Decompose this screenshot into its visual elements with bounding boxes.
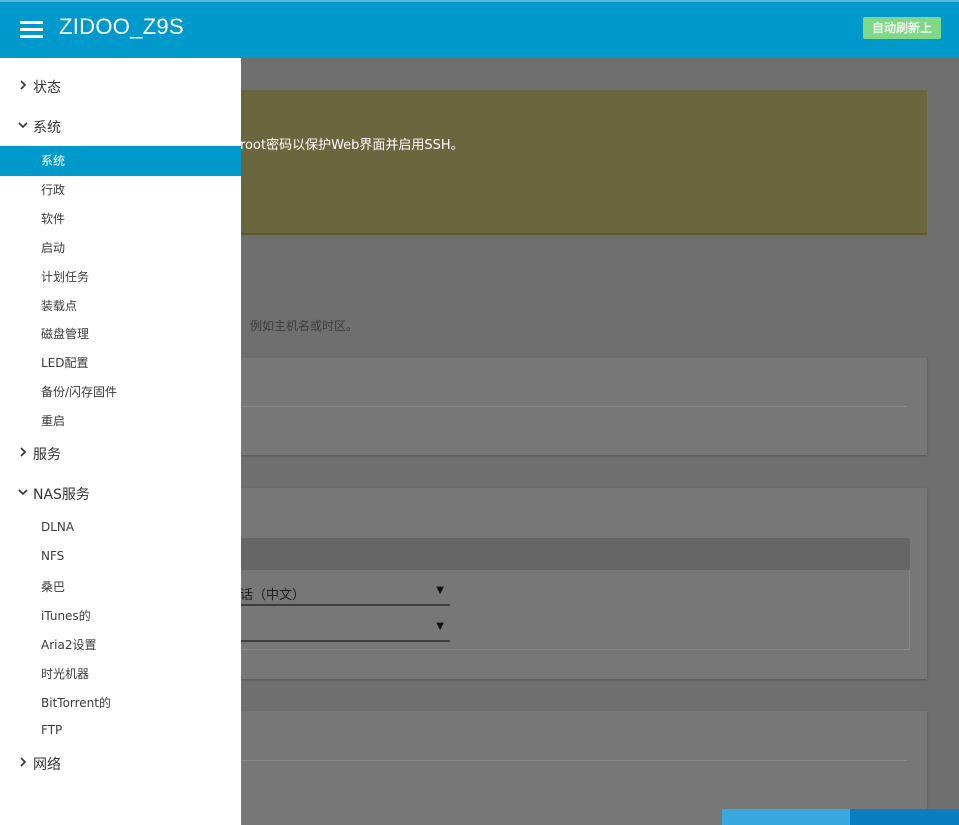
- sidebar-category-system[interactable]: 系统: [0, 108, 241, 144]
- watermark-right: [850, 809, 959, 825]
- sidebar-item-label: DLNA: [41, 520, 75, 534]
- sidebar-category-label: 状态: [33, 80, 61, 96]
- sidebar-category-network[interactable]: 网络: [0, 745, 241, 781]
- system-properties-card: [240, 358, 927, 455]
- sidebar-item-label: 桑巴: [41, 580, 66, 594]
- sidebar-item-backup-flash[interactable]: 备份/闪存固件: [0, 377, 241, 407]
- password-alert: root密码以保护Web界面并启用SSH。: [240, 90, 927, 235]
- chevron-down-icon: [17, 119, 29, 131]
- sidebar-item-label: 软件: [41, 211, 66, 226]
- sidebar-item-label: 计划任务: [41, 269, 90, 284]
- sidebar-item-label: iTunes的: [41, 609, 91, 623]
- section-description: 例如主机名或时区。: [250, 319, 359, 333]
- sidebar-item-samba[interactable]: 桑巴: [0, 572, 241, 602]
- sidebar-nav: 状态系统服务 NAS服务网络 系统行政软件启动计划任务装载点磁盘管理 LED配置备份/…: [0, 58, 241, 825]
- sidebar-item-disk-management[interactable]: 磁盘管理: [0, 319, 241, 349]
- dropdown-arrow-icon: ▼: [436, 621, 444, 632]
- sidebar-item-ftp[interactable]: FTP: [0, 717, 241, 747]
- language-select[interactable]: 话（中文） ▼: [240, 582, 450, 606]
- sidebar-item-label: 装载点: [41, 298, 78, 313]
- sidebar-item-label: 系统: [41, 154, 66, 168]
- chevron-right-icon: [17, 446, 29, 458]
- sidebar-item-itunes[interactable]: iTunes的: [0, 601, 241, 631]
- sidebar-item-label: 重启: [41, 414, 66, 429]
- sidebar-item-label: NFS: [41, 549, 65, 563]
- sidebar-item-scheduled-tasks[interactable]: 计划任务: [0, 262, 241, 292]
- alert-text: root密码以保护Web界面并启用SSH。: [240, 138, 464, 153]
- sidebar-item-led-config[interactable]: LED配置: [0, 348, 241, 378]
- menu-icon[interactable]: [20, 21, 43, 38]
- sidebar-item-label: Aria2设置: [41, 638, 97, 652]
- sidebar-item-label: 启动: [41, 240, 66, 255]
- sidebar-item-label: BitTorrent的: [41, 696, 111, 710]
- sidebar-category-nas[interactable]: NAS服务: [0, 475, 241, 511]
- time-sync-card: [240, 711, 927, 825]
- sidebar-category-label: 系统: [33, 120, 61, 136]
- language-select-value: 话（中文）: [240, 588, 306, 603]
- sidebar-item-dlna[interactable]: DLNA: [0, 514, 241, 544]
- sidebar-category-label: NAS服务: [33, 487, 90, 503]
- chevron-right-icon: [17, 756, 29, 768]
- theme-select[interactable]: ▼: [240, 618, 450, 642]
- sidebar-item-software[interactable]: 软件: [0, 204, 241, 234]
- watermark-left: [722, 809, 850, 825]
- card-divider: [240, 760, 907, 761]
- language-style-card: 话（中文） ▼ ▼: [240, 488, 927, 679]
- sidebar-item-label: LED配置: [41, 356, 89, 371]
- app-title: ZIDOO_Z9S: [59, 14, 184, 39]
- sidebar-category-services[interactable]: 服务: [0, 435, 241, 471]
- sidebar-item-label: 磁盘管理: [41, 327, 90, 342]
- sidebar-item-label: FTP: [41, 723, 63, 737]
- dropdown-arrow-icon: ▼: [436, 585, 444, 596]
- sidebar-category-label: 网络: [33, 757, 61, 773]
- sidebar-item-nfs[interactable]: NFS: [0, 543, 241, 573]
- sidebar-category-label: 服务: [33, 447, 61, 463]
- sidebar-item-aria2[interactable]: Aria2设置: [0, 630, 241, 660]
- watermark-logo: [722, 809, 959, 825]
- sidebar-item-time-machine[interactable]: 时光机器: [0, 659, 241, 689]
- top-header: ZIDOO_Z9S 自动刷新上: [0, 0, 959, 58]
- card-tab-bar: [240, 538, 910, 570]
- sidebar-item-label: 行政: [41, 182, 66, 197]
- sidebar-item-system[interactable]: 系统: [0, 146, 241, 176]
- sidebar-item-mount-points[interactable]: 装载点: [0, 291, 241, 321]
- chevron-right-icon: [17, 79, 29, 91]
- sidebar-item-startup[interactable]: 启动: [0, 233, 241, 263]
- sidebar-item-bittorrent[interactable]: BitTorrent的: [0, 688, 241, 718]
- sidebar-item-label: 备份/闪存固件: [41, 385, 118, 400]
- auto-refresh-button[interactable]: 自动刷新上: [862, 17, 941, 39]
- sidebar-item-label: 时光机器: [41, 667, 90, 681]
- sidebar-item-reboot[interactable]: 重启: [0, 406, 241, 436]
- sidebar-item-administration[interactable]: 行政: [0, 175, 241, 205]
- card-divider: [240, 406, 907, 407]
- chevron-down-icon: [17, 486, 29, 498]
- sidebar-category-status[interactable]: 状态: [0, 68, 241, 104]
